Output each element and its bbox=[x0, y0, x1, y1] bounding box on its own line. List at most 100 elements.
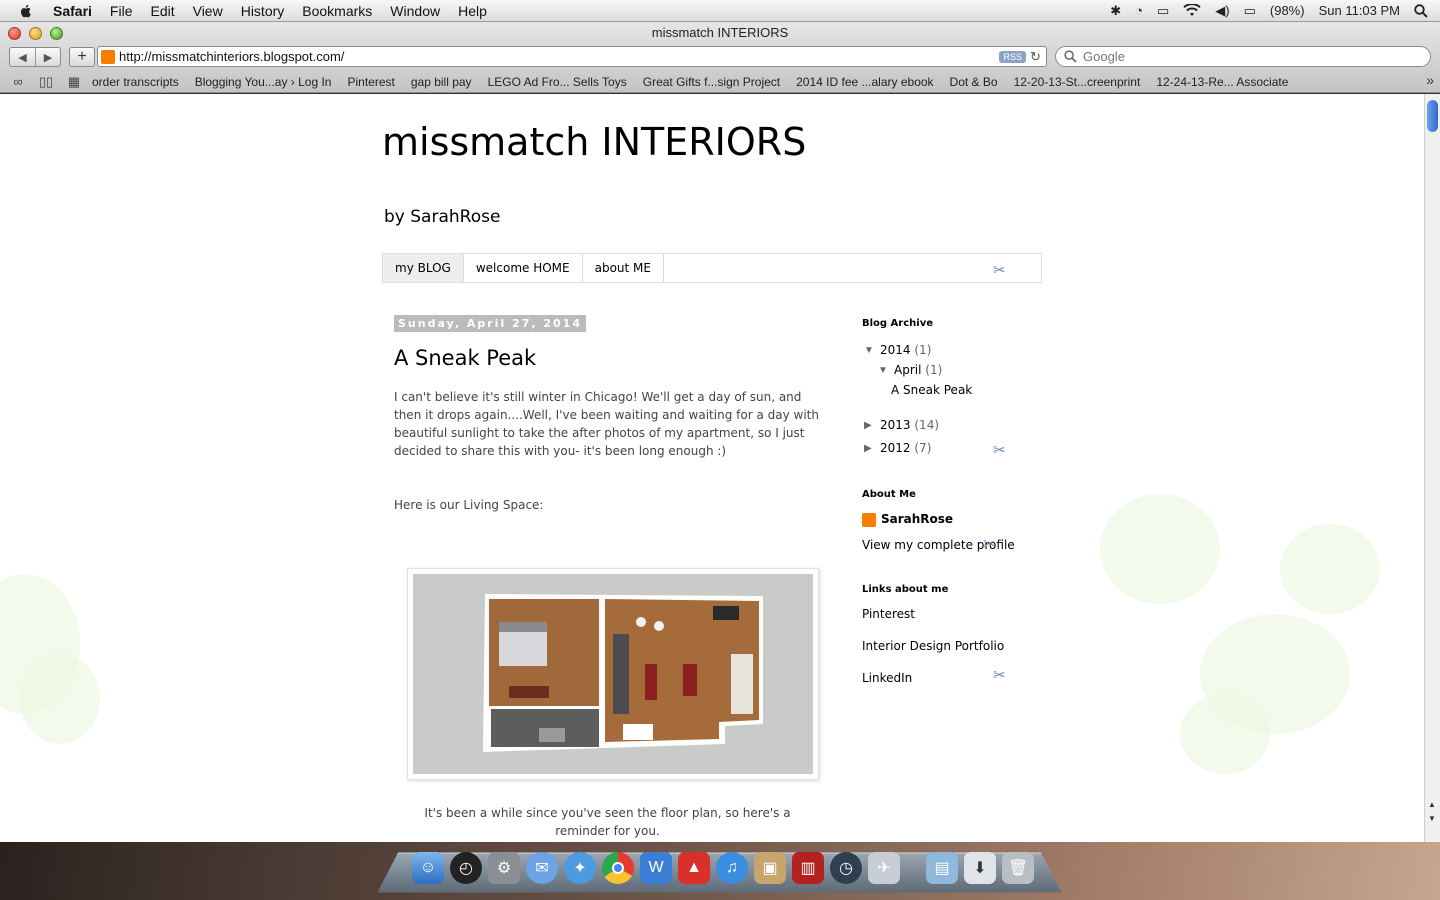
downloads-icon[interactable]: ⬇ bbox=[964, 852, 996, 884]
bluetooth-icon[interactable]: ✱ bbox=[1110, 3, 1121, 19]
reading-list-icon[interactable]: ▯▯ bbox=[36, 74, 56, 90]
edit-widget-icon[interactable]: ✂ bbox=[993, 666, 1006, 684]
bookmark-item[interactable]: Pinterest bbox=[339, 75, 402, 89]
image-caption: It's been a while since you've seen the … bbox=[424, 806, 791, 838]
archive-year-2012[interactable]: 2012 (7) bbox=[880, 441, 931, 455]
search-input[interactable] bbox=[1083, 49, 1403, 64]
search-icon bbox=[1064, 50, 1077, 63]
tab-welcome-home[interactable]: welcome HOME bbox=[464, 254, 583, 282]
background-blob bbox=[1180, 694, 1270, 774]
battery-icon[interactable]: ▭ bbox=[1244, 3, 1256, 19]
archive-year-2014[interactable]: 2014 (1) bbox=[880, 343, 931, 357]
bookmark-item[interactable]: 2014 ID fee ...alary ebook bbox=[788, 75, 941, 89]
bookmark-item[interactable]: gap bill pay bbox=[403, 75, 480, 89]
trash-icon[interactable]: 🗑 bbox=[1002, 852, 1034, 884]
vertical-scrollbar[interactable]: ▲ ▼ bbox=[1424, 94, 1440, 842]
edit-widget-icon[interactable]: ✂ bbox=[993, 441, 1006, 459]
documents-folder-icon[interactable]: ▤ bbox=[926, 852, 958, 884]
iphoto-icon[interactable]: ▣ bbox=[754, 852, 786, 884]
back-button[interactable]: ◀ bbox=[10, 48, 35, 66]
tab-my-blog[interactable]: my BLOG bbox=[383, 254, 464, 282]
sketchup-icon[interactable]: ▲ bbox=[678, 852, 710, 884]
window-minimize-button[interactable] bbox=[29, 27, 42, 40]
menu-edit[interactable]: Edit bbox=[141, 3, 183, 19]
time-machine-status-icon[interactable]: ◔ bbox=[1135, 3, 1143, 18]
itunes-icon[interactable]: ♫ bbox=[716, 852, 748, 884]
bookmark-item[interactable]: order transcripts bbox=[84, 75, 187, 89]
forward-button[interactable]: ▶ bbox=[35, 48, 60, 66]
collapse-triangle-icon[interactable]: ▼ bbox=[864, 345, 874, 356]
link-portfolio[interactable]: Interior Design Portfolio bbox=[862, 639, 1004, 653]
menu-bookmarks[interactable]: Bookmarks bbox=[293, 3, 381, 19]
window-close-button[interactable] bbox=[8, 27, 21, 40]
floor-plan-render bbox=[413, 574, 813, 774]
archive-year-2013[interactable]: 2013 (14) bbox=[880, 418, 939, 432]
blog-title[interactable]: missmatch INTERIORS bbox=[382, 120, 806, 164]
window-zoom-button[interactable] bbox=[50, 27, 63, 40]
iwork-icon[interactable]: W bbox=[640, 852, 672, 884]
preview-icon[interactable]: ✈ bbox=[868, 852, 900, 884]
edit-widget-icon[interactable]: ✂ bbox=[983, 535, 996, 553]
bookmark-item[interactable]: Blogging You...ay › Log In bbox=[187, 75, 340, 89]
menu-history[interactable]: History bbox=[232, 3, 294, 19]
bookmark-item[interactable]: Dot & Bo bbox=[942, 75, 1006, 89]
browser-window-chrome: missmatch INTERIORS ◀ ▶ + http://missmat… bbox=[0, 22, 1440, 93]
archive-month-april[interactable]: April (1) bbox=[894, 363, 942, 377]
link-pinterest[interactable]: Pinterest bbox=[862, 607, 915, 621]
bookmark-item[interactable]: 12-24-13-Re... Associate bbox=[1148, 75, 1296, 89]
spotlight-icon[interactable] bbox=[1414, 3, 1428, 18]
system-preferences-icon[interactable]: ⚙ bbox=[488, 852, 520, 884]
address-url[interactable]: http://missmatchinteriors.blogspot.com/ bbox=[119, 49, 999, 64]
scroll-down-arrow-icon[interactable]: ▼ bbox=[1428, 814, 1436, 823]
bookmarks-overflow-icon[interactable]: » bbox=[1426, 72, 1434, 88]
background-blob bbox=[1280, 524, 1380, 614]
apple-menu-icon[interactable] bbox=[18, 3, 34, 19]
dashboard-icon[interactable]: ◴ bbox=[450, 852, 482, 884]
archive-heading: Blog Archive bbox=[862, 318, 934, 329]
scrollbar-thumb[interactable] bbox=[1427, 100, 1438, 132]
wifi-icon[interactable] bbox=[1183, 4, 1201, 17]
finder-icon[interactable]: ☺ bbox=[412, 852, 444, 884]
archive-post-link[interactable]: A Sneak Peak bbox=[891, 383, 972, 397]
link-linkedin[interactable]: LinkedIn bbox=[862, 671, 912, 685]
floor-plan-image[interactable] bbox=[407, 568, 819, 780]
address-bar[interactable]: http://missmatchinteriors.blogspot.com/ … bbox=[97, 46, 1047, 67]
expand-triangle-icon[interactable]: ▶ bbox=[864, 420, 872, 431]
author-name-link[interactable]: SarahRose bbox=[881, 512, 953, 526]
scroll-up-arrow-icon[interactable]: ▲ bbox=[1428, 800, 1436, 809]
search-field[interactable] bbox=[1055, 46, 1431, 67]
expand-triangle-icon[interactable]: ▶ bbox=[864, 443, 872, 454]
edit-widget-icon[interactable]: ✂ bbox=[993, 261, 1006, 279]
top-sites-grid-icon[interactable]: ▦ bbox=[64, 74, 84, 90]
bookmark-item[interactable]: Great Gifts f...sign Project bbox=[635, 75, 788, 89]
volume-icon[interactable]: ◀) bbox=[1215, 3, 1229, 19]
web-page: missmatch INTERIORS by SarahRose my BLOG… bbox=[0, 94, 1424, 842]
background-blob bbox=[1100, 494, 1220, 604]
reading-glasses-icon[interactable]: ∞ bbox=[8, 74, 28, 89]
menu-view[interactable]: View bbox=[184, 3, 232, 19]
menu-file[interactable]: File bbox=[101, 3, 142, 19]
time-machine-icon[interactable]: ◷ bbox=[830, 852, 862, 884]
rss-button[interactable]: RSS bbox=[999, 50, 1026, 63]
collapse-triangle-icon[interactable]: ▼ bbox=[878, 365, 888, 376]
menubar-clock[interactable]: Sun 11:03 PM bbox=[1319, 3, 1400, 18]
photo-booth-icon[interactable]: ▥ bbox=[792, 852, 824, 884]
bookmarks-bar: ∞ ▯▯ ▦ order transcripts Blogging You...… bbox=[0, 71, 1440, 92]
background-blob bbox=[20, 654, 100, 744]
blog-description: by SarahRose bbox=[384, 207, 501, 227]
ichat-icon[interactable]: ✉ bbox=[526, 852, 558, 884]
menu-app-name[interactable]: Safari bbox=[44, 3, 101, 19]
blogger-favicon-icon bbox=[101, 49, 115, 64]
display-icon[interactable]: ▭ bbox=[1157, 3, 1169, 19]
bookmark-item[interactable]: 12-20-13-St...creenprint bbox=[1006, 75, 1149, 89]
reload-icon[interactable]: ↻ bbox=[1030, 49, 1046, 65]
safari-icon[interactable]: ✦ bbox=[564, 852, 596, 884]
menu-window[interactable]: Window bbox=[381, 3, 449, 19]
add-bookmark-button[interactable]: + bbox=[69, 47, 95, 67]
bookmark-item[interactable]: LEGO Ad Fro... Sells Toys bbox=[480, 75, 635, 89]
post-title[interactable]: A Sneak Peak bbox=[394, 346, 536, 370]
menu-help[interactable]: Help bbox=[449, 3, 496, 19]
chrome-icon[interactable] bbox=[602, 852, 634, 884]
post-date: Sunday, April 27, 2014 bbox=[394, 315, 586, 332]
tab-about-me[interactable]: about ME bbox=[583, 254, 664, 282]
